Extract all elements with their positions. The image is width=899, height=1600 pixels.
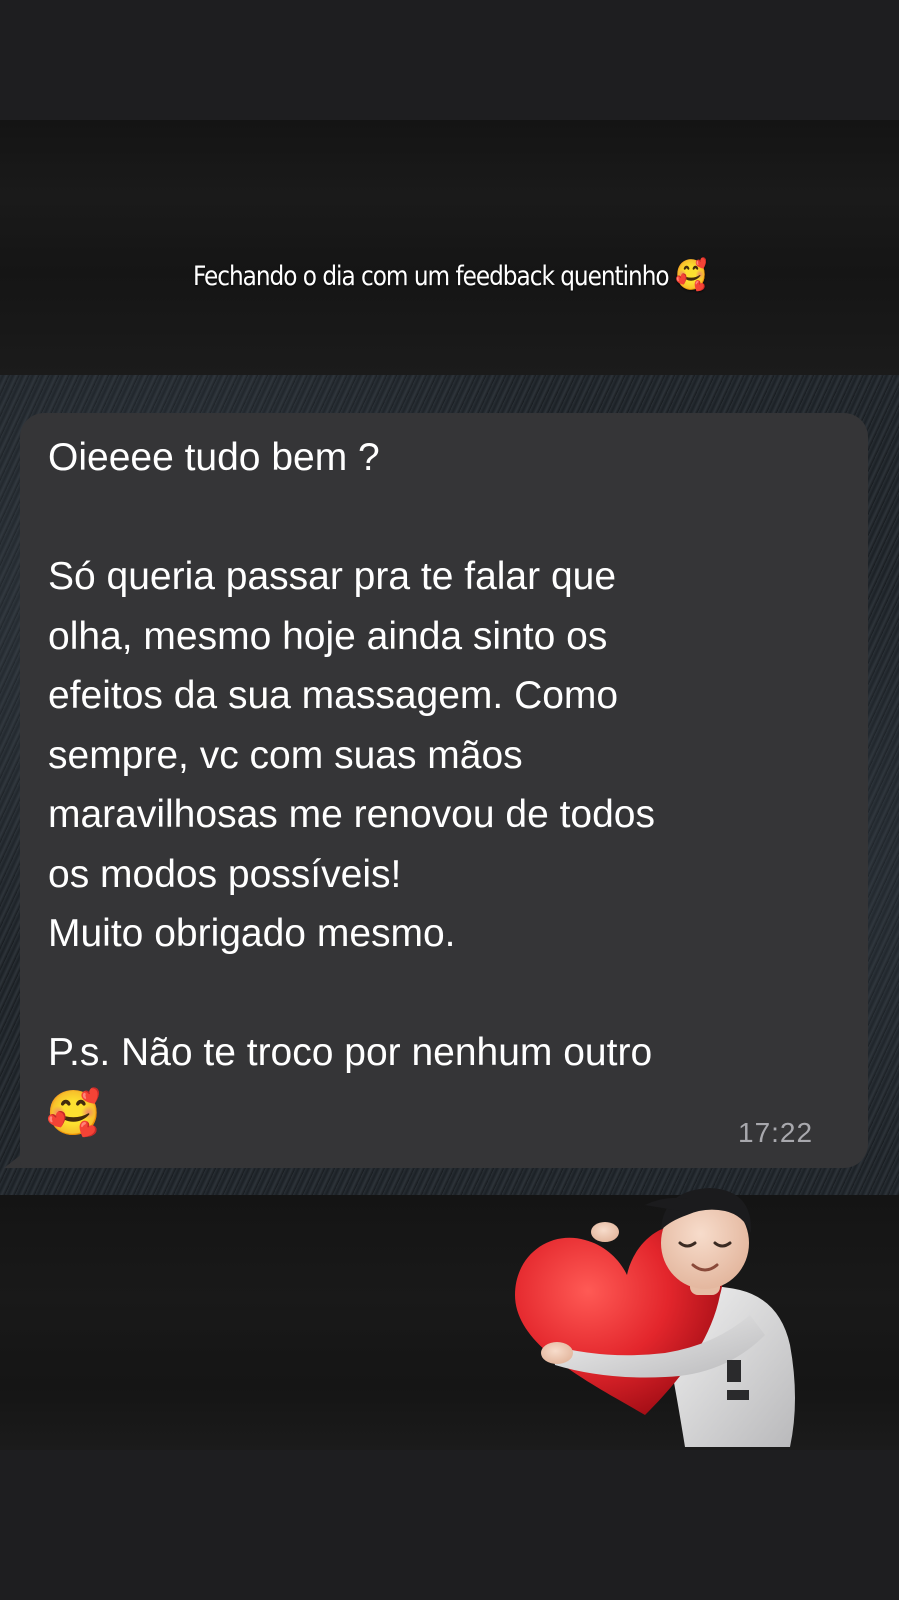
story-caption: Fechando o dia com um feedback quentinho… bbox=[63, 258, 836, 293]
story-footer-band bbox=[0, 1450, 899, 1600]
smiling-face-with-hearts-icon: 🥰 bbox=[674, 258, 707, 293]
avatar-hugging-heart-icon bbox=[515, 1188, 795, 1447]
message-timestamp: 17:22 bbox=[738, 1117, 814, 1148]
story-caption-text: Fechando o dia com um feedback quentinho bbox=[192, 261, 670, 292]
story-caption-band bbox=[0, 120, 899, 375]
message-text: Oieeee tudo bem ? Só queria passar pra t… bbox=[48, 436, 655, 1074]
smiling-face-with-hearts-icon: 🥰 bbox=[46, 1089, 101, 1138]
story-top-band bbox=[0, 0, 899, 120]
story-view: Fechando o dia com um feedback quentinho… bbox=[0, 0, 899, 1600]
